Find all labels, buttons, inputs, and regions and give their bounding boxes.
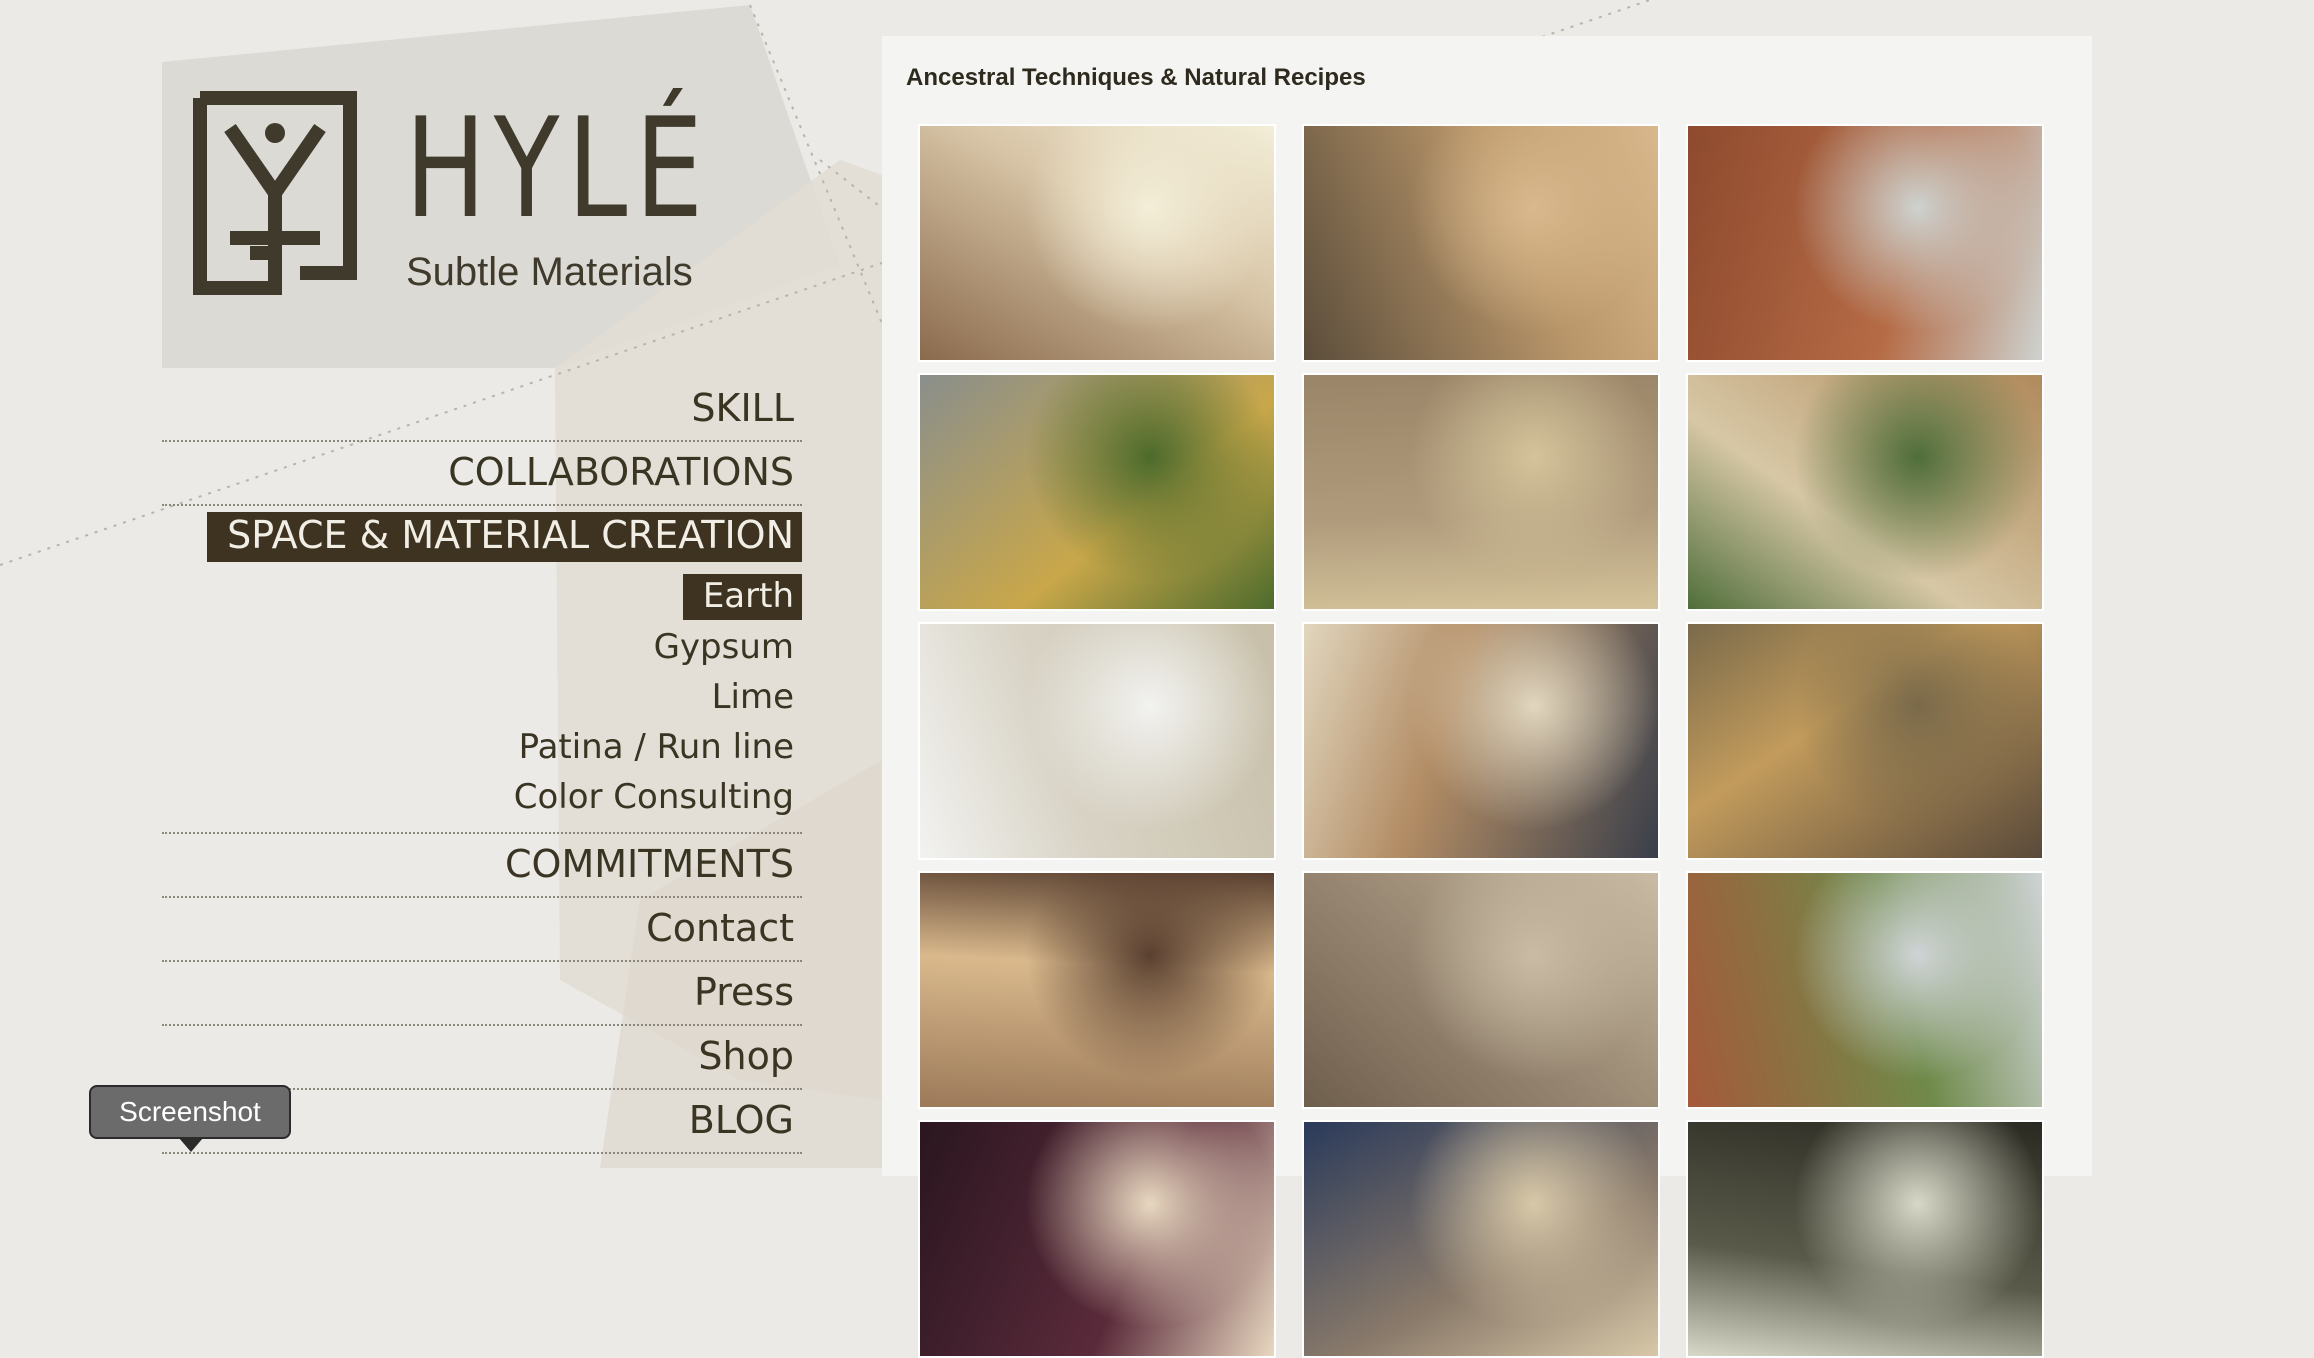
nav-item-skill[interactable]: SKILL [162,378,802,442]
site-logo[interactable]: HYLÉ Subtle Materials [160,60,710,370]
gallery-thumbnail[interactable] [1302,124,1660,362]
brick-building-photo [1688,873,2042,1107]
nav-label[interactable]: Press [686,970,802,1015]
carved-ornament-photo [1688,126,2042,360]
light-bulb-room-photo [920,1122,1274,1356]
nav-item-press[interactable]: Press [162,962,802,1026]
submenu-item-lime[interactable]: Lime [162,672,802,722]
gallery-thumbnail[interactable] [1302,622,1660,860]
straw-bale-wall-photo [1688,624,2042,858]
gallery-thumbnail[interactable] [1686,373,2044,611]
nav-item-collaborations[interactable]: COLLABORATIONS [162,442,802,506]
nav-item-contact[interactable]: Contact [162,898,802,962]
switch-on-wall-photo [920,624,1274,858]
sifting-earth-photo [1304,126,1658,360]
window-interior-photo [1304,1122,1658,1356]
gallery-thumbnail[interactable] [918,622,1276,860]
gallery-thumbnail[interactable] [1686,124,2044,362]
submenu-space-material-creation: Earth Gypsum Lime Patina / Run line Colo… [162,568,802,834]
gallery-panel: Ancestral Techniques & Natural Recipes [882,36,2092,1358]
gallery-thumbnail[interactable] [1302,373,1660,611]
submenu-label[interactable]: Gypsum [646,627,802,667]
gallery-thumbnail[interactable] [1302,871,1660,1109]
submenu-item-patina-run-line[interactable]: Patina / Run line [162,722,802,772]
countryside-house-photo [920,375,1274,609]
gallery-thumbnail[interactable] [918,1120,1276,1358]
logo-mark-icon [193,91,357,295]
gallery-thumbnail[interactable] [1686,871,2044,1109]
submenu-item-color-consulting[interactable]: Color Consulting [162,772,802,822]
gallery-thumbnail[interactable] [918,124,1276,362]
submenu-label[interactable]: Patina / Run line [511,727,802,767]
gallery-thumbnail[interactable] [918,871,1276,1109]
submenu-label-active[interactable]: Earth [682,574,802,620]
gallery-title: Ancestral Techniques & Natural Recipes [906,64,1366,91]
gallery-thumbnail[interactable] [1686,622,2044,860]
gallery-thumbnail[interactable] [918,373,1276,611]
straw-earth-texture-photo [1304,375,1658,609]
nav-item-shop[interactable]: Shop [162,1026,802,1090]
nav-label[interactable]: BLOG [681,1098,802,1143]
nav-label[interactable]: SKILL [683,386,802,431]
gallery-thumbnail[interactable] [1302,1120,1660,1358]
logo-subtitle: Subtle Materials [406,250,693,294]
nav-item-commitments[interactable]: COMMITMENTS [162,834,802,898]
wood-shingles-photo [1304,873,1658,1107]
nav-label[interactable]: Shop [690,1034,802,1079]
wooden-corridor-photo [920,873,1274,1107]
hand-on-wall-photo [920,126,1274,360]
painting-sketch-photo [1304,624,1658,858]
nav-label[interactable]: COMMITMENTS [497,842,802,887]
nav-label[interactable]: Contact [638,906,802,951]
screenshot-tooltip: Screenshot [89,1085,291,1152]
submenu-item-gypsum[interactable]: Gypsum [162,622,802,672]
submenu-label[interactable]: Color Consulting [506,777,802,817]
logo-wordmark: HYLÉ [405,88,711,249]
main-navigation: SKILL COLLABORATIONS SPACE & MATERIAL CR… [162,378,802,1154]
gallery-thumbnail[interactable] [1686,1120,2044,1358]
nav-label[interactable]: COLLABORATIONS [440,450,802,495]
dark-interior-photo [1688,1122,2042,1356]
submenu-item-earth[interactable]: Earth [162,572,802,622]
submenu-label[interactable]: Lime [704,677,802,717]
earth-wall-path-photo [1688,375,2042,609]
nav-label-active[interactable]: SPACE & MATERIAL CREATION [207,512,802,562]
nav-item-space-material-creation[interactable]: SPACE & MATERIAL CREATION [162,506,802,568]
